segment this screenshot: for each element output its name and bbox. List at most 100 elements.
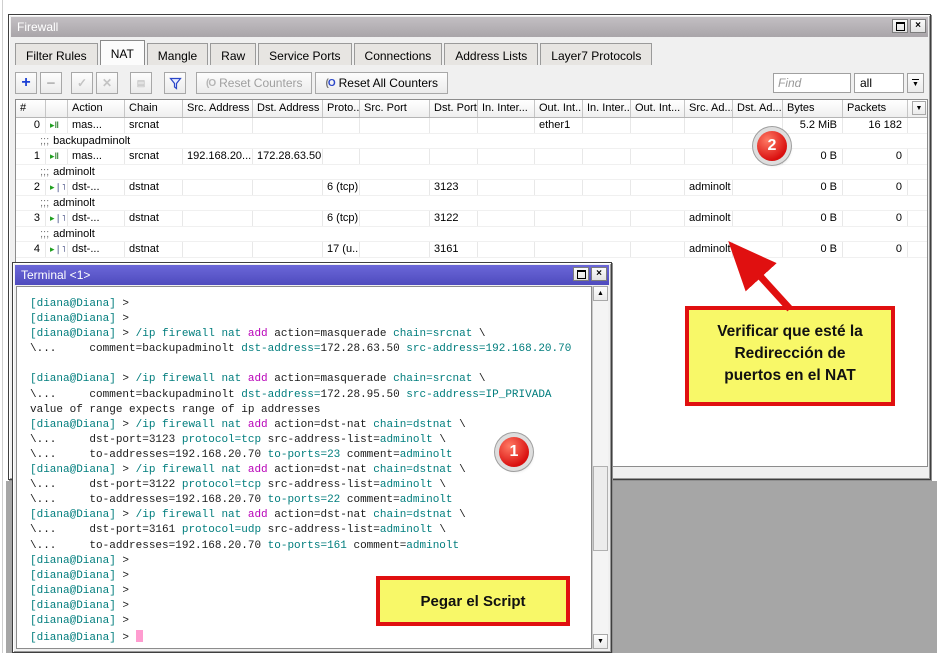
column-select-button[interactable]: ▼ [912,101,926,115]
note-line: Redirección de [689,343,891,365]
comment-button[interactable]: ▤ [130,72,152,94]
terminal-line: \... comment=backupadminolt dst-address=… [30,389,591,404]
masquerade-icon: ▸‖ [46,149,68,164]
scroll-down-button[interactable]: ▼ [593,634,608,649]
cell: 6 (tcp) [323,180,360,195]
cell [478,118,535,133]
tab-layer7-protocols[interactable]: Layer7 Protocols [540,43,652,65]
column-header-src-port[interactable]: Src. Port [360,100,430,117]
reset-all-counters-button[interactable]: (O Reset All Counters [315,72,448,94]
filter-button[interactable] [164,72,186,94]
cell [360,118,430,133]
cell [360,180,430,195]
nat-rule-row[interactable]: 3▸❙˥dst-...dstnat6 (tcp)3122adminolt0 B0 [16,211,927,227]
terminal-line: [diana@Diana] > [30,555,591,570]
cell: 0 B [783,211,843,226]
column-header-proto-[interactable]: Proto... [323,100,360,117]
scroll-up-button[interactable]: ▲ [593,286,608,301]
cell [253,211,323,226]
masquerade-icon: ▸‖ [46,118,68,133]
cell [323,149,360,164]
cell [360,211,430,226]
cell [583,211,631,226]
nat-rule-row[interactable]: 2▸❙˥dst-...dstnat6 (tcp)3123adminolt0 B0 [16,180,927,196]
close-button[interactable]: × [591,267,607,281]
step-1-badge: 1 [499,437,529,467]
maximize-button[interactable] [573,267,589,281]
tab-filter-rules[interactable]: Filter Rules [15,43,98,65]
firewall-title: Firewall [17,20,58,34]
comment-row[interactable]: ;;;adminolt [16,196,927,211]
column-header-in-inter-[interactable]: In. Inter... [478,100,535,117]
nat-rule-row[interactable]: 1▸‖mas...srcnat192.168.20...172.28.63.50… [16,149,927,165]
cell: 0 B [783,180,843,195]
tab-connections[interactable]: Connections [354,43,443,65]
filter-scope-dropdown-button[interactable]: ▼ [907,73,924,93]
column-header-chain[interactable]: Chain [125,100,183,117]
column-header-packets[interactable]: Packets [843,100,908,117]
plus-icon: + [21,76,30,90]
close-button[interactable]: × [910,19,926,33]
cell: 3161 [430,242,478,257]
cell [478,180,535,195]
cell [253,242,323,257]
cell: dstnat [125,242,183,257]
tab-raw[interactable]: Raw [210,43,256,65]
tab-mangle[interactable]: Mangle [147,43,208,65]
tab-nat[interactable]: NAT [100,40,145,65]
dst-nat-icon: ▸❙˥ [46,211,68,226]
cell [183,242,253,257]
maximize-icon [896,22,905,31]
maximize-button[interactable] [892,19,908,33]
comment-row[interactable]: ;;;adminolt [16,165,927,180]
column-header-bytes[interactable]: Bytes [783,100,843,117]
cell [583,242,631,257]
remove-rule-button[interactable]: − [40,72,62,94]
cell: mas... [68,118,125,133]
cell: 16 182 [843,118,908,133]
firewall-tabbar: Filter RulesNATMangleRawService PortsCon… [15,41,924,65]
reset-counters-button[interactable]: (O Reset Counters [196,72,312,94]
cell [323,118,360,133]
cell [583,180,631,195]
tab-address-lists[interactable]: Address Lists [444,43,538,65]
terminal-line: [diana@Diana] > /ip firewall nat add act… [30,328,591,343]
cell: mas... [68,149,125,164]
terminal-line: \... dst-port=3161 protocol=udp src-addr… [30,524,591,539]
nat-rule-row[interactable]: 0▸‖mas...srcnatether15.2 MiB16 182 [16,118,927,134]
disable-rule-button[interactable]: ✕ [96,72,118,94]
screen-edge-line [2,0,3,653]
column-header-out-int-[interactable]: Out. Int... [535,100,583,117]
column-header-dst-ad-[interactable]: Dst. Ad... [733,100,783,117]
find-input[interactable] [773,73,851,93]
counter-icon: (O [325,78,334,89]
cell [360,149,430,164]
comment-row[interactable]: ;;;backupadminolt [16,134,927,149]
terminal-titlebar[interactable]: Terminal <1> × [15,265,609,285]
terminal-title: Terminal <1> [21,268,90,282]
column-header-in-inter-[interactable]: In. Inter... [583,100,631,117]
column-header-src-ad-[interactable]: Src. Ad... [685,100,733,117]
column-header--[interactable]: # [16,100,46,117]
terminal-line: [diana@Diana] > /ip firewall nat add act… [30,464,591,479]
column-header-dst-port[interactable]: Dst. Port [430,100,478,117]
add-rule-button[interactable]: + [15,72,37,94]
terminal-scrollbar[interactable]: ▲ ▼ [592,286,608,649]
terminal-line: \... comment=backupadminolt dst-address=… [30,343,591,358]
cell [685,118,733,133]
scrollbar-thumb[interactable] [593,466,608,551]
column-header-icon[interactable] [46,100,68,117]
column-header-action[interactable]: Action [68,100,125,117]
enable-rule-button[interactable]: ✓ [71,72,93,94]
column-header-src-address[interactable]: Src. Address [183,100,253,117]
column-header-out-int-[interactable]: Out. Int... [631,100,685,117]
firewall-titlebar[interactable]: Firewall × [11,17,928,37]
cell [430,149,478,164]
filter-scope-select[interactable]: all [854,73,904,93]
nat-verification-note: Verificar que esté la Redirección de pue… [685,306,895,406]
column-header-dst-address[interactable]: Dst. Address [253,100,323,117]
terminal-line: value of range expects range of ip addre… [30,404,591,419]
tab-service-ports[interactable]: Service Ports [258,43,351,65]
cell [733,211,783,226]
cell [253,180,323,195]
